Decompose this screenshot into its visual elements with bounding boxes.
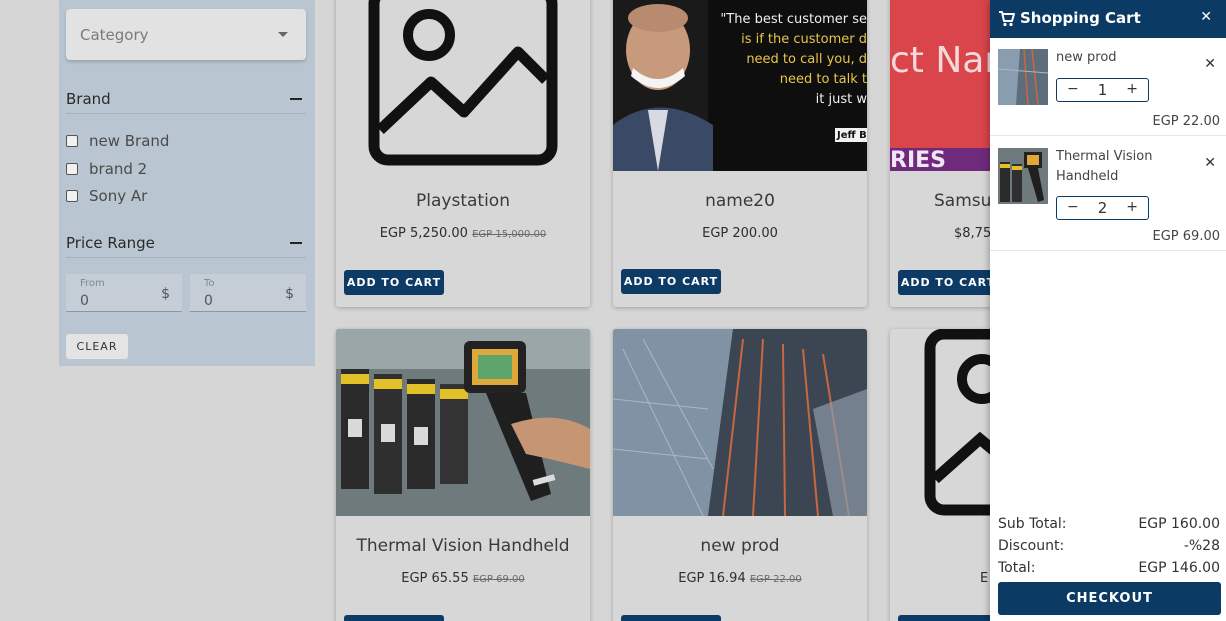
product-title[interactable]: Playstation: [336, 191, 590, 211]
add-to-cart-button[interactable]: ADD TO CART: [344, 270, 444, 295]
product-title[interactable]: Thermal Vision Handheld: [336, 536, 590, 556]
currency-symbol: $: [161, 286, 170, 302]
product-price: EGP 16.94 EGP 22.00: [613, 571, 867, 586]
price-to-value: 0: [204, 293, 213, 309]
subtotal-value: EGP 160.00: [1138, 516, 1220, 532]
current-price: EGP 5,250.00: [379, 226, 468, 241]
banner-subtext: RIES: [890, 148, 946, 173]
quote-text: "The best customer se is if the customer…: [713, 10, 867, 110]
price-to-field[interactable]: To 0 $: [190, 274, 306, 312]
brand-checkbox[interactable]: [66, 190, 78, 202]
cart-item-price: EGP 69.00: [1152, 229, 1220, 244]
current-price: E: [980, 571, 989, 586]
price-section-header[interactable]: Price Range: [66, 234, 306, 258]
brand-filter-item[interactable]: brand 2: [66, 159, 147, 179]
remove-item-icon[interactable]: ✕: [1204, 155, 1216, 171]
cart-item-name: new prod: [1056, 50, 1117, 65]
brand-label: Sony Ar: [89, 187, 148, 205]
quantity-stepper[interactable]: − 1 +: [1056, 78, 1149, 102]
currency-symbol: $: [285, 286, 294, 302]
close-icon[interactable]: ✕: [1200, 9, 1212, 25]
brand-section-header[interactable]: Brand: [66, 90, 306, 114]
cart-item-thumbnail: [998, 148, 1048, 204]
total-row: Total: EGP 146.00: [998, 560, 1220, 580]
brand-checkbox[interactable]: [66, 163, 78, 175]
subtotal-label: Sub Total:: [998, 516, 1067, 532]
current-price: $8,75: [954, 226, 992, 241]
brand-label: brand 2: [89, 160, 148, 178]
price-to-label: To: [204, 278, 215, 289]
quote-author: Jeff B: [837, 130, 867, 141]
category-select[interactable]: Category: [66, 9, 306, 60]
checkout-button[interactable]: CHECKOUT: [998, 582, 1221, 615]
building-photo: [613, 329, 867, 516]
product-card[interactable]: new prod EGP 16.94 EGP 22.00: [613, 329, 867, 621]
cart-item: new prod ✕ − 1 + EGP 22.00: [990, 38, 1226, 136]
filter-panel: Category Brand new Brand brand 2 Sony Ar…: [59, 0, 315, 366]
collapse-minus-icon[interactable]: [290, 98, 302, 100]
add-to-cart-button[interactable]: ADD TO CART: [898, 270, 998, 295]
shopping-cart-icon: [999, 11, 1015, 27]
total-value: EGP 146.00: [1138, 560, 1220, 576]
brand-filter-item[interactable]: Sony Ar: [66, 186, 147, 206]
quote-line: need to call you, d: [746, 52, 867, 67]
price-section-title: Price Range: [66, 234, 155, 252]
cart-item-name: Thermal Vision Handheld: [1056, 149, 1153, 184]
current-price: EGP 200.00: [702, 226, 778, 241]
quantity-stepper[interactable]: − 2 +: [1056, 196, 1149, 220]
current-price: EGP 65.55: [401, 571, 469, 586]
add-to-cart-button[interactable]: [898, 615, 998, 621]
dropdown-caret-icon: [278, 32, 288, 37]
product-title[interactable]: name20: [613, 191, 867, 211]
total-label: Total:: [998, 560, 1036, 576]
product-card[interactable]: "The best customer se is if the customer…: [613, 0, 867, 307]
current-price: EGP 16.94: [678, 571, 746, 586]
thermal-camera-photo: [336, 329, 590, 516]
quote-line: "The best customer se: [720, 12, 867, 27]
price-from-label: From: [80, 278, 105, 289]
discount-value: -%28: [1183, 538, 1220, 554]
add-to-cart-button[interactable]: [621, 615, 721, 621]
product-price: EGP 65.55 EGP 69.00: [336, 571, 590, 586]
product-title[interactable]: new prod: [613, 536, 867, 556]
product-price: EGP 200.00: [613, 226, 867, 241]
brand-checkbox[interactable]: [66, 135, 78, 147]
add-to-cart-button[interactable]: [344, 615, 444, 621]
shopping-cart-drawer: Shopping Cart ✕ new prod ✕ − 1 + EGP 22.…: [990, 0, 1226, 621]
cart-totals: Sub Total: EGP 160.00 Discount: -%28 Tot…: [998, 516, 1220, 578]
increment-icon[interactable]: +: [1126, 199, 1138, 215]
product-card[interactable]: Thermal Vision Handheld EGP 65.55 EGP 69…: [336, 329, 590, 621]
quote-line: need to talk t: [779, 72, 867, 87]
placeholder-image-icon: [368, 0, 558, 166]
price-from-value: 0: [80, 293, 89, 309]
cart-title: Shopping Cart: [1020, 9, 1141, 27]
product-card[interactable]: Playstation EGP 5,250.00 EGP 15,000.00 A…: [336, 0, 590, 307]
category-placeholder: Category: [80, 25, 149, 44]
cart-item-thumbnail: [998, 49, 1048, 105]
add-to-cart-button[interactable]: ADD TO CART: [621, 269, 721, 294]
old-price: EGP 22.00: [749, 574, 802, 585]
cart-header: Shopping Cart ✕: [990, 0, 1226, 38]
old-price: EGP 15,000.00: [472, 229, 547, 240]
price-from-field[interactable]: From 0 $: [66, 274, 182, 312]
old-price: EGP 69.00: [472, 574, 525, 585]
increment-icon[interactable]: +: [1126, 81, 1138, 97]
collapse-minus-icon[interactable]: [290, 242, 302, 244]
cart-item-price: EGP 22.00: [1152, 114, 1220, 129]
quote-line: it just w: [815, 92, 867, 107]
clear-filters-button[interactable]: CLEAR: [66, 334, 128, 359]
remove-item-icon[interactable]: ✕: [1204, 56, 1216, 72]
brand-label: new Brand: [89, 132, 170, 150]
quote-line: is if the customer d: [741, 32, 867, 47]
brand-filter-item[interactable]: new Brand: [66, 131, 169, 151]
cart-item: Thermal Vision Handheld ✕ − 2 + EGP 69.0…: [990, 137, 1226, 251]
product-price: EGP 5,250.00 EGP 15,000.00: [336, 226, 590, 241]
discount-row: Discount: -%28: [998, 538, 1220, 558]
brand-section-title: Brand: [66, 90, 111, 108]
discount-label: Discount:: [998, 538, 1065, 554]
subtotal-row: Sub Total: EGP 160.00: [998, 516, 1220, 536]
